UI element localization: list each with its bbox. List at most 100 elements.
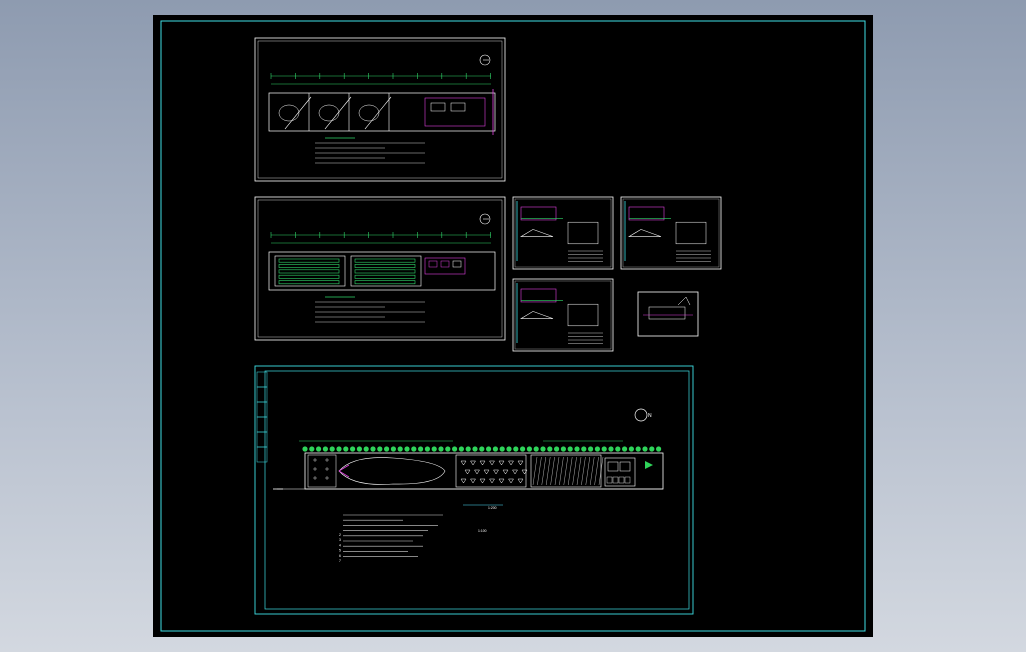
plant-symbol	[424, 446, 430, 452]
title-block-cell	[256, 386, 268, 403]
sheet-inner-border	[264, 370, 690, 610]
building-room	[619, 461, 631, 472]
zone-triangles	[455, 454, 527, 488]
green-marker	[645, 461, 653, 469]
sheet-mid-plan[interactable]	[254, 196, 506, 341]
plan-room	[430, 102, 446, 112]
north-label: N	[648, 413, 652, 419]
plant-symbol	[520, 446, 526, 452]
plan-building	[424, 257, 466, 275]
sheet-inner-border	[257, 40, 503, 179]
plant-symbol	[322, 446, 328, 452]
hatch-line	[568, 456, 573, 486]
hatch-line	[563, 456, 568, 486]
hatch-line	[550, 456, 555, 486]
note-number: 5	[339, 549, 341, 553]
oval-path	[338, 457, 446, 485]
building-unit	[618, 476, 625, 484]
hatch-line	[590, 456, 595, 486]
planting-cross	[325, 467, 329, 471]
planting-cross	[325, 476, 329, 480]
hatch-line	[541, 456, 546, 486]
detail-profile	[627, 229, 662, 237]
hatch-line	[554, 456, 560, 486]
plan-diagonal	[324, 96, 352, 130]
plan-room	[440, 260, 450, 268]
plan-room	[428, 260, 438, 268]
sheet-border	[637, 291, 699, 337]
sheet-top-plan[interactable]	[254, 37, 506, 182]
planting-cross	[313, 476, 317, 480]
triangle-pattern	[498, 460, 505, 466]
plant-symbol	[390, 446, 396, 452]
sheet-detail-c[interactable]	[512, 278, 614, 352]
building-unit	[624, 476, 631, 484]
plant-symbol	[526, 446, 532, 452]
plan-field-strip	[278, 269, 340, 274]
plant-symbol	[499, 446, 505, 452]
plant-symbol	[350, 446, 356, 452]
building-unit	[606, 476, 613, 484]
sheet-landscape-plan[interactable]: N 1:200 1:100 234 567	[254, 365, 694, 615]
detail-section	[520, 288, 557, 303]
triangle-pattern	[460, 478, 467, 484]
plan-room	[450, 102, 466, 112]
sheet-inner-border	[257, 199, 503, 338]
triangle-pattern	[498, 478, 505, 484]
sheet-border	[254, 37, 506, 182]
plant-symbol	[567, 446, 573, 452]
plant-symbol	[656, 446, 662, 452]
plan-field-strip	[354, 274, 416, 279]
plant-symbol	[397, 446, 403, 452]
detail-box	[567, 221, 599, 245]
hatch-line	[559, 456, 564, 486]
plant-symbol	[309, 446, 315, 452]
sheet-detail-d[interactable]	[637, 291, 699, 337]
plan-outline	[268, 92, 496, 132]
plan-field-strip	[354, 264, 416, 268]
note-number: 3	[339, 538, 341, 542]
title-block-cell	[256, 416, 268, 433]
drawing-viewport[interactable]: N 1:200 1:100 2 3 4 5 6 7	[153, 15, 873, 637]
triangle-pattern	[483, 469, 490, 475]
plant-symbol	[547, 446, 553, 452]
plan-field	[350, 255, 422, 287]
zone-paving	[307, 454, 337, 488]
triangle-pattern	[474, 469, 480, 475]
title-block-cell	[256, 431, 268, 448]
plant-symbol	[615, 446, 621, 452]
plan-curve	[358, 104, 380, 122]
plan-field-strip	[278, 258, 340, 263]
hatch-line	[576, 456, 582, 486]
plant-symbol	[384, 446, 390, 452]
triangle-pattern	[489, 460, 495, 466]
plant-symbol	[540, 446, 546, 452]
plan-field-strip	[354, 258, 416, 263]
note-number: 6	[339, 554, 341, 558]
plan-field-strip	[278, 264, 340, 268]
plan-field-strip	[354, 280, 416, 285]
plant-symbol	[554, 446, 560, 452]
plant-symbol	[438, 446, 444, 452]
plant-symbol	[588, 446, 594, 452]
detail-section	[520, 206, 557, 221]
hatch-line	[585, 456, 590, 486]
cad-canvas[interactable]: N 1:200 1:100 234 567	[153, 15, 873, 637]
plant-symbol	[363, 446, 369, 452]
plant-symbol	[465, 446, 471, 452]
plant-symbol	[418, 446, 424, 452]
plan-curve	[318, 104, 340, 122]
plant-symbol	[302, 446, 308, 452]
plant-symbol	[622, 446, 628, 452]
sheet-detail-b[interactable]	[620, 196, 722, 270]
hatch-line	[532, 456, 538, 486]
plant-symbol	[594, 446, 600, 452]
plant-symbol	[472, 446, 478, 452]
sheet-border	[254, 196, 506, 341]
building-room	[607, 461, 619, 472]
plant-row	[302, 446, 662, 452]
plan-field-strip	[278, 280, 340, 285]
title-block-cell	[256, 371, 268, 388]
plant-symbol	[628, 446, 634, 452]
sheet-detail-a[interactable]	[512, 196, 614, 270]
